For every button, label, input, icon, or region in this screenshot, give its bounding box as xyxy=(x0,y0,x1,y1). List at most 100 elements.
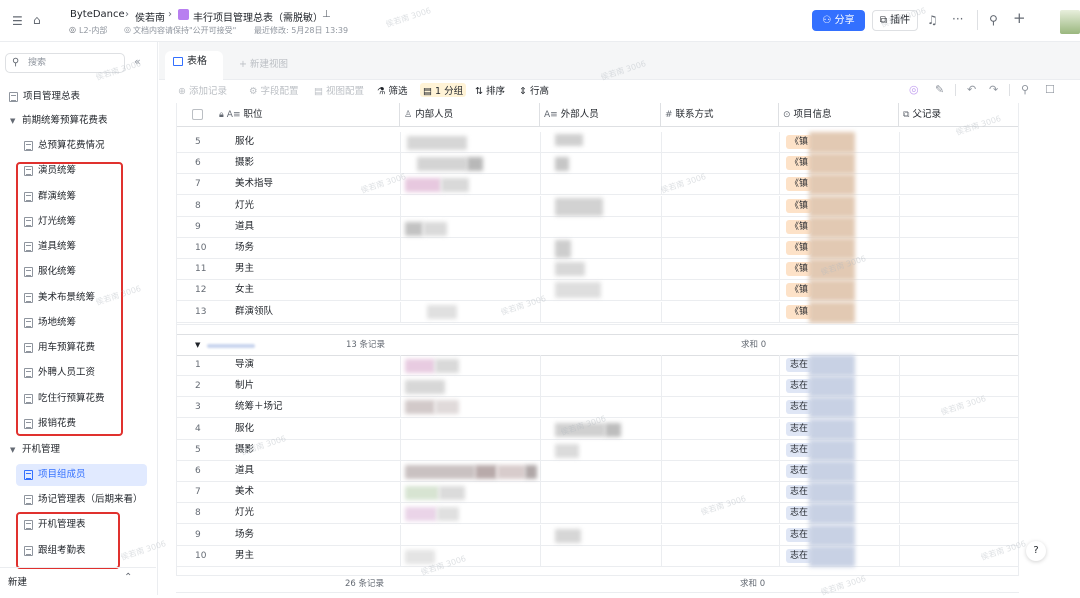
group-button[interactable]: ▤ 1 分组 xyxy=(420,83,467,97)
sidebar-item[interactable]: ▼ 开机管理 xyxy=(0,439,156,461)
chevron-up-icon[interactable]: ⌃ xyxy=(124,572,132,583)
row-number: 6 xyxy=(195,466,201,476)
group-header[interactable]: ▼ 13 条记录 求和 0 xyxy=(177,334,1018,356)
breadcrumb-workspace[interactable]: ByteDance xyxy=(70,9,125,20)
undo-icon[interactable]: ↶ xyxy=(967,83,976,96)
cell-divider xyxy=(661,355,662,376)
column-header-project[interactable]: ⊙ 项目信息 xyxy=(779,103,899,127)
comment-icon[interactable]: ☐ xyxy=(1045,83,1055,96)
cell-position[interactable]: 场务 xyxy=(235,525,254,545)
cell-divider xyxy=(661,461,662,482)
cell-position[interactable]: 场务 xyxy=(235,238,254,258)
cell-position[interactable]: 美术 xyxy=(235,482,254,502)
sort-button[interactable]: ⇅ 排序 xyxy=(475,83,505,97)
column-header-contact[interactable]: # 联系方式 xyxy=(661,103,779,127)
sort-label: 排序 xyxy=(485,86,505,97)
cell-position[interactable]: 制片 xyxy=(235,376,254,396)
cell-divider xyxy=(400,482,401,504)
bell-icon[interactable]: ♫ xyxy=(927,13,938,27)
table-row[interactable]: 12 女主 《镇 xyxy=(177,280,1018,302)
cell-position[interactable]: 导演 xyxy=(235,355,254,375)
column-header-position[interactable]: 🔒︎ A≡ 职位 xyxy=(215,103,400,127)
sidebar-item[interactable]: 项目管理总表 xyxy=(0,86,156,108)
avatar[interactable] xyxy=(1060,10,1080,34)
table-row[interactable]: 10 场务 《镇 xyxy=(177,238,1018,259)
redo-icon[interactable]: ↷ xyxy=(989,83,998,96)
cell-divider xyxy=(899,503,900,525)
cell-position[interactable]: 服化 xyxy=(235,419,254,439)
redacted-cell xyxy=(555,240,571,258)
more-icon[interactable]: ··· xyxy=(952,12,963,26)
caret-down-icon[interactable]: ▼ xyxy=(10,439,15,461)
table-row[interactable]: 8 灯光 志在 xyxy=(177,503,1018,525)
sidebar-item[interactable]: 总预算花费情况 xyxy=(0,135,156,157)
cell-position[interactable]: 美术指导 xyxy=(235,174,273,194)
search-icon[interactable]: ⚲ xyxy=(1021,83,1029,96)
share-label: 分享 xyxy=(834,15,855,26)
row-height-button[interactable]: ⇕ 行高 xyxy=(519,83,549,97)
cell-position[interactable]: 灯光 xyxy=(235,196,254,216)
table-row[interactable]: 8 灯光 《镇 xyxy=(177,195,1018,217)
cell-position[interactable]: 道具 xyxy=(235,461,254,481)
view-config-button[interactable]: ▤ 视图配置 xyxy=(314,83,364,97)
caret-down-icon[interactable]: ▼ xyxy=(195,335,200,356)
home-icon[interactable]: ⌂ xyxy=(33,13,41,27)
plus-icon[interactable]: + xyxy=(1013,11,1026,26)
help-button[interactable]: ? xyxy=(1026,541,1046,561)
table-row[interactable]: 6 道具 志在 xyxy=(177,461,1018,482)
share-button[interactable]: ⚇ 分享 xyxy=(812,10,865,31)
ai-icon[interactable]: ◎ xyxy=(909,83,919,96)
select-all-checkbox[interactable] xyxy=(192,109,203,120)
cell-divider xyxy=(779,482,780,504)
redacted-cell xyxy=(809,376,855,398)
cell-divider xyxy=(400,301,401,323)
search-icon[interactable]: ⚲ xyxy=(989,13,998,27)
table-row[interactable]: 7 美术指导 《镇 xyxy=(177,174,1018,196)
menu-icon[interactable]: ☰ xyxy=(12,14,23,28)
pin-icon[interactable]: ⊥ xyxy=(322,9,331,20)
sidebar-item[interactable]: 场记管理表（后期来看） xyxy=(0,489,156,511)
field-config-button[interactable]: ⚙ 字段配置 xyxy=(249,83,299,97)
cell-divider xyxy=(779,545,780,567)
sidebar-item[interactable]: ▼ 前期统筹预算花费表 xyxy=(0,110,156,132)
cell-position[interactable]: 群演领队 xyxy=(235,302,273,322)
add-view-button[interactable]: + 新建视图 xyxy=(239,56,288,70)
security-level[interactable]: L2-内部 xyxy=(79,25,107,36)
cell-divider xyxy=(899,524,900,546)
add-record-label: 添加记录 xyxy=(188,86,227,97)
table-row[interactable]: 9 道具 《镇 xyxy=(177,216,1018,238)
table-row[interactable]: 9 场务 志在 xyxy=(177,524,1018,546)
sidebar-item[interactable]: 项目组成员 xyxy=(0,464,156,486)
table-row[interactable]: 10 男主 志在 xyxy=(177,545,1018,567)
breadcrumb-owner[interactable]: 侯若南 xyxy=(135,9,165,24)
table-row[interactable]: 11 男主 《镇 xyxy=(177,259,1018,281)
table-row[interactable]: 2 制片 志在 xyxy=(177,376,1018,398)
table-row[interactable]: 13 群演领队 《镇 xyxy=(177,301,1018,323)
column-header-internal[interactable]: ♙ 内部人员 xyxy=(400,103,540,127)
column-header-external[interactable]: A≡ 外部人员 xyxy=(540,103,661,127)
page-title[interactable]: 丰行项目管理总表（需脱敏） xyxy=(193,9,323,24)
cell-position[interactable]: 男主 xyxy=(235,546,254,566)
cell-position[interactable]: 男主 xyxy=(235,259,254,279)
table-row[interactable]: 5 摄影 志在 xyxy=(177,439,1018,461)
cell-divider xyxy=(779,238,780,259)
cell-position[interactable]: 女主 xyxy=(235,280,254,300)
table-row[interactable]: 5 服化 《镇 xyxy=(177,132,1018,153)
tab-table[interactable]: 表格 xyxy=(165,51,223,81)
cell-position[interactable]: 统筹＋场记 xyxy=(235,397,283,417)
filter-button[interactable]: ⚗ 筛选 xyxy=(377,83,408,97)
pen-icon[interactable]: ✎ xyxy=(935,83,944,96)
table-row[interactable]: 7 美术 志在 xyxy=(177,482,1018,504)
table-row[interactable]: 1 导演 志在 xyxy=(177,355,1018,376)
cell-divider xyxy=(899,280,900,302)
cell-divider xyxy=(661,301,662,323)
new-button[interactable]: 新建 xyxy=(8,574,27,588)
caret-down-icon[interactable]: ▼ xyxy=(10,110,15,132)
cell-divider xyxy=(899,153,900,175)
add-record-button[interactable]: ⊕ 添加记录 xyxy=(178,83,227,97)
cell-position[interactable]: 服化 xyxy=(235,132,254,152)
cell-position[interactable]: 道具 xyxy=(235,217,254,237)
cell-position[interactable]: 摄影 xyxy=(235,153,254,173)
cell-position[interactable]: 灯光 xyxy=(235,503,254,523)
table-row[interactable]: 6 摄影 《镇 xyxy=(177,153,1018,175)
